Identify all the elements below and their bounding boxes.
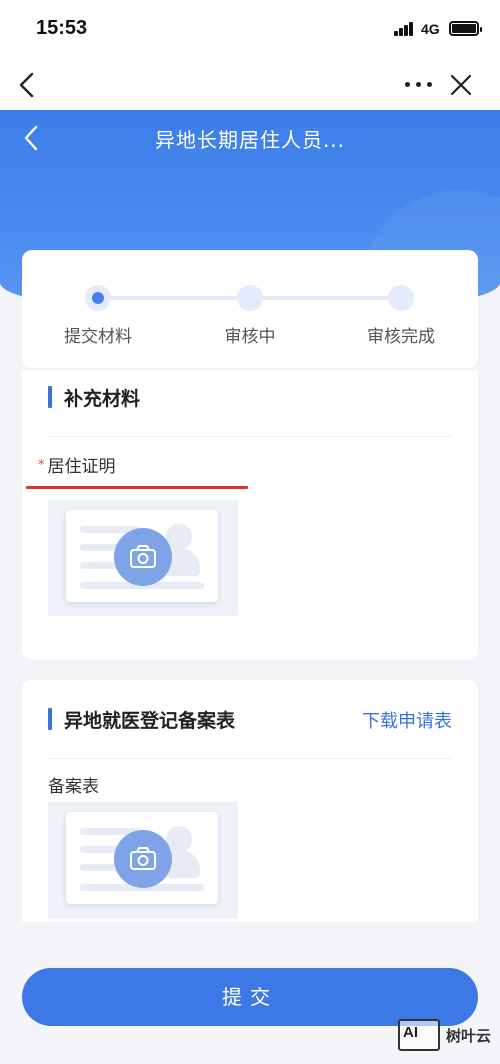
divider <box>48 758 452 759</box>
step-label-submit: 提交材料 <box>64 327 132 347</box>
residence-proof-label: * 居住证明 <box>38 452 116 477</box>
more-icon[interactable] <box>405 80 435 90</box>
section-title: 异地就医登记备案表 <box>64 710 236 732</box>
step-label-complete: 审核完成 <box>367 327 435 347</box>
network-label: 4G <box>421 21 440 37</box>
progress-steps: 提交材料 审核中 审核完成 <box>22 250 478 368</box>
section-accent-bar <box>48 386 52 408</box>
watermark: AI 树叶云 <box>398 1018 491 1052</box>
step-label-review: 审核中 <box>224 327 276 347</box>
watermark-logo: AI <box>398 1019 440 1051</box>
step-connector <box>262 296 402 300</box>
registration-form-card: 异地就医登记备案表 下载申请表 备案表 <box>22 680 478 930</box>
close-icon[interactable] <box>447 71 475 99</box>
camera-icon <box>114 830 172 888</box>
step-connector <box>98 296 250 300</box>
camera-icon <box>114 528 172 586</box>
signal-icon <box>394 22 414 36</box>
status-bar: 15:53 4G <box>0 0 500 60</box>
step-dot-complete <box>388 285 414 311</box>
section-title: 补充材料 <box>64 388 141 410</box>
section-accent-bar <box>48 708 52 730</box>
watermark-text: 树叶云 <box>446 1026 492 1045</box>
battery-icon <box>449 21 482 36</box>
divider <box>48 436 452 437</box>
step-dot-submit <box>85 285 111 311</box>
download-application-link[interactable]: 下载申请表 <box>362 707 452 733</box>
mini-program-nav <box>0 60 500 110</box>
residence-proof-text: 居住证明 <box>47 457 116 477</box>
status-time: 15:53 <box>36 17 88 39</box>
annotation-underline <box>26 486 248 489</box>
back-icon[interactable] <box>14 70 42 100</box>
page-title: 异地长期居住人员... <box>154 128 346 152</box>
registration-form-upload[interactable] <box>48 802 238 918</box>
step-dot-review <box>237 285 263 311</box>
residence-proof-upload[interactable] <box>48 500 238 616</box>
required-mark: * <box>38 458 45 473</box>
registration-form-label: 备案表 <box>48 777 99 797</box>
supplementary-materials-card: 补充材料 * 居住证明 <box>22 370 478 660</box>
